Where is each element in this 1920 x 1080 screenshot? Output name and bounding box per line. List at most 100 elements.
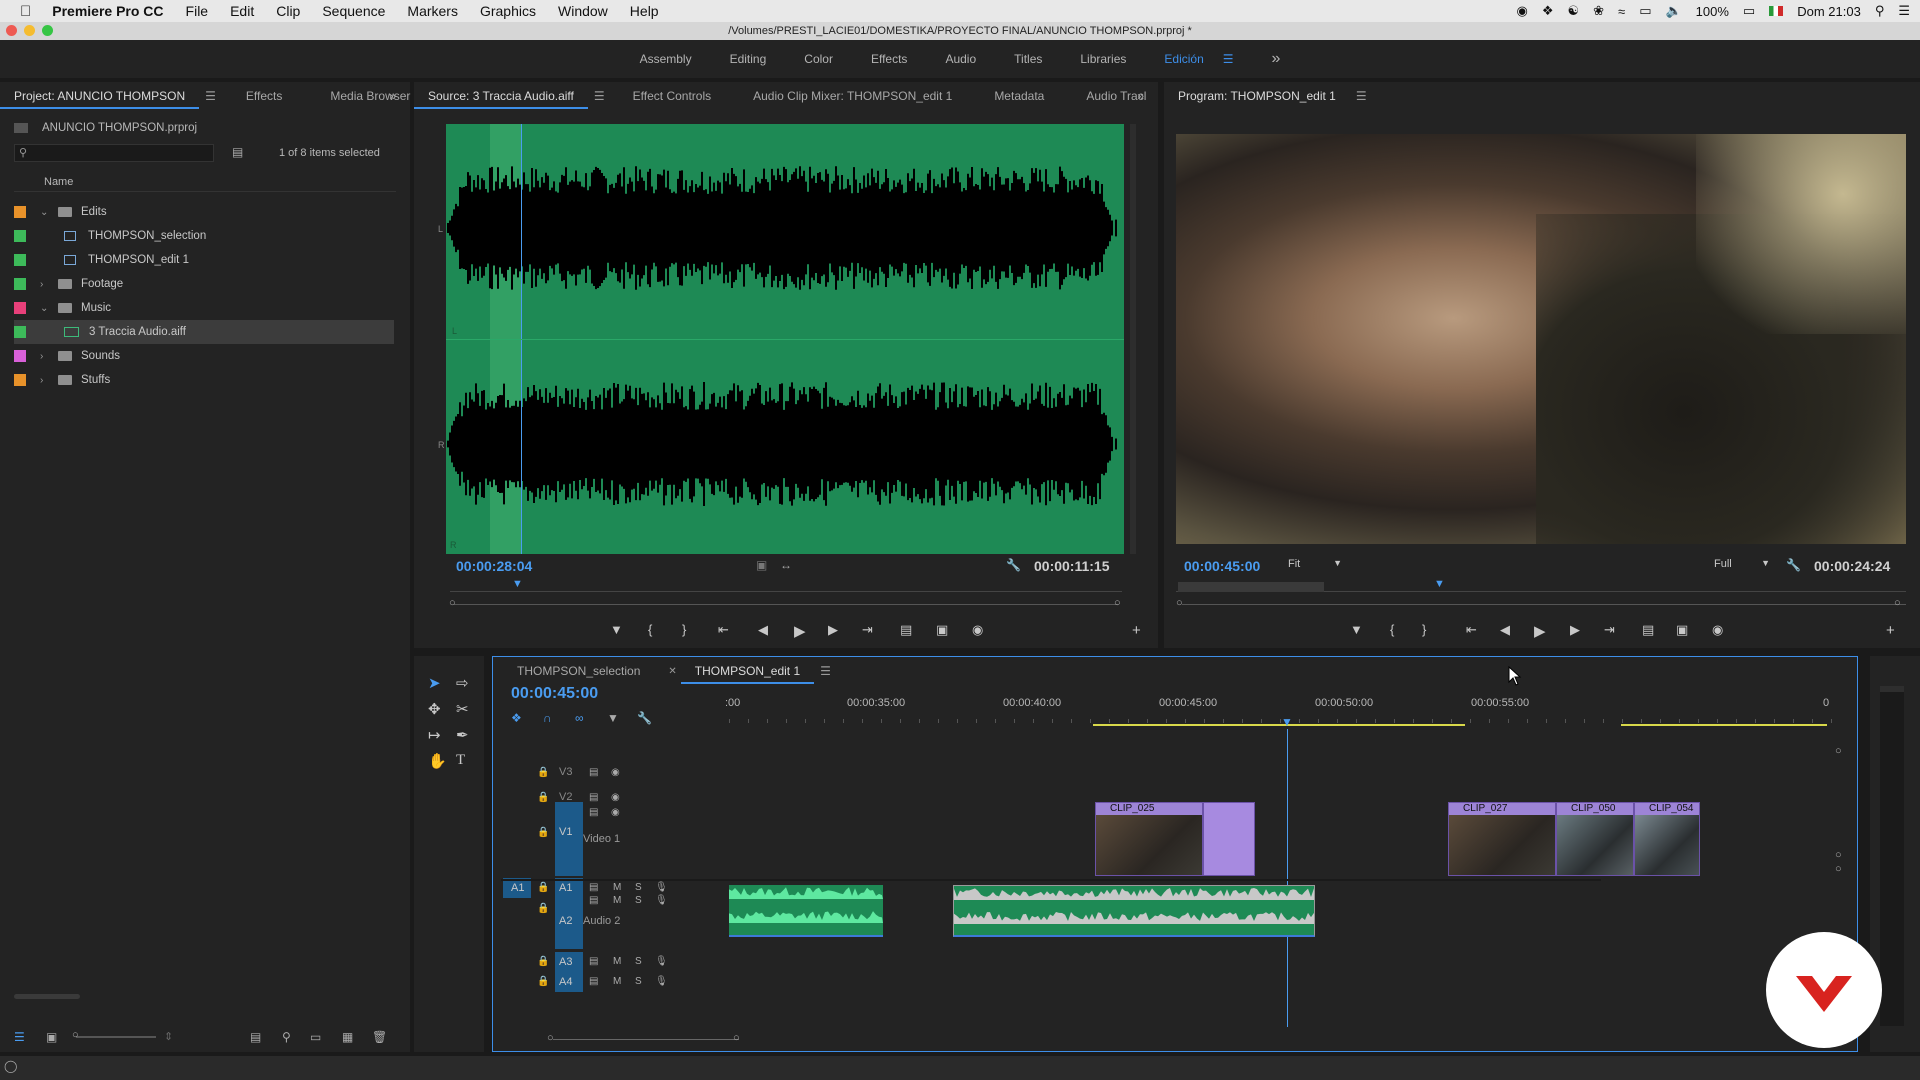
tab-source[interactable]: Source: 3 Traccia Audio.aiff: [414, 83, 588, 109]
clip-050[interactable]: CLIP_050: [1556, 802, 1634, 876]
program-zoom-select[interactable]: Fit ▼: [1288, 558, 1346, 574]
selection-tool-icon[interactable]: ➤: [428, 674, 441, 692]
timeline-playhead-handle[interactable]: ▼: [1281, 715, 1293, 729]
source-overflow-icon[interactable]: »: [1123, 89, 1158, 103]
battery-icon[interactable]: ▭: [1743, 3, 1755, 19]
list-view-icon[interactable]: ☰: [14, 1030, 25, 1044]
track-id-a4[interactable]: A4: [559, 976, 572, 988]
lock-icon[interactable]: 🔒: [537, 792, 549, 803]
tab-thompson-edit-1[interactable]: THOMPSON_edit 1: [680, 658, 815, 684]
microphone-icon[interactable]: 🎙: [655, 895, 668, 906]
type-tool-icon[interactable]: T: [456, 752, 465, 769]
extract-icon[interactable]: ▣: [1676, 622, 1688, 638]
label-color-swatch[interactable]: [14, 302, 26, 314]
label-color-swatch[interactable]: [14, 350, 26, 362]
project-item-music[interactable]: ⌄ Music: [14, 296, 394, 320]
track-select-tool-icon[interactable]: ⇨: [456, 674, 469, 692]
program-export-frame-icon[interactable]: ◉: [1712, 622, 1723, 638]
toggle-sync-lock-icon[interactable]: ▤: [589, 882, 598, 893]
workspace-audio[interactable]: Audio: [926, 52, 995, 66]
solo-button[interactable]: S: [635, 956, 642, 967]
program-step-forward-icon[interactable]: ▶: [1570, 622, 1580, 638]
menu-help[interactable]: Help: [619, 3, 670, 19]
transition-clip[interactable]: [1203, 802, 1255, 876]
chevron-right-icon[interactable]: ›: [40, 279, 52, 290]
timeline-scroll-left-handle[interactable]: ○: [547, 1032, 554, 1044]
mute-button[interactable]: M: [613, 956, 621, 967]
new-bin-icon[interactable]: ▭: [310, 1030, 321, 1044]
source-panel-menu-icon[interactable]: ☰: [594, 89, 605, 103]
workspace-assembly[interactable]: Assembly: [621, 52, 711, 66]
lock-icon[interactable]: 🔒: [537, 976, 549, 987]
label-color-swatch[interactable]: [14, 326, 26, 338]
clock[interactable]: Dom 21:03: [1797, 4, 1861, 19]
program-zoom-scrollbar[interactable]: [1182, 604, 1906, 605]
snap-magnet-icon[interactable]: ∩: [543, 711, 552, 725]
microphone-icon[interactable]: 🎙: [655, 882, 668, 893]
program-go-to-out-icon[interactable]: ⇥: [1604, 622, 1615, 638]
network-icon[interactable]: ❀: [1593, 3, 1604, 19]
timeline-scroll-right-handle[interactable]: ○: [733, 1032, 740, 1044]
source-zoom-scrollbar[interactable]: [454, 604, 1118, 605]
toggle-sync-lock-icon[interactable]: ▤: [589, 956, 598, 967]
new-item-icon[interactable]: ▦: [342, 1030, 353, 1044]
lock-icon[interactable]: 🔒: [537, 882, 549, 893]
sort-icon[interactable]: ⇕: [164, 1030, 173, 1043]
audio-clip-2[interactable]: [953, 885, 1315, 937]
program-panel-menu-icon[interactable]: ☰: [1356, 89, 1367, 103]
tab-thompson-selection[interactable]: THOMPSON_selection: [503, 664, 654, 678]
project-item-thompson-edit-1[interactable]: THOMPSON_edit 1: [14, 248, 394, 272]
menu-markers[interactable]: Markers: [396, 3, 469, 19]
overwrite-icon[interactable]: ▣: [936, 622, 948, 638]
source-zoom-right-handle[interactable]: ○: [1114, 597, 1121, 609]
clip-025[interactable]: CLIP_025: [1095, 802, 1203, 876]
lock-icon[interactable]: 🔒: [537, 827, 549, 838]
tab-metadata[interactable]: Metadata: [980, 89, 1058, 103]
zoom-window-button[interactable]: [42, 25, 53, 36]
tab-project[interactable]: Project: ANUNCIO THOMPSON: [0, 83, 200, 109]
minimize-window-button[interactable]: [24, 25, 35, 36]
mute-button[interactable]: M: [613, 976, 621, 987]
project-item-edits[interactable]: ⌄ Edits: [14, 200, 394, 224]
notification-center-icon[interactable]: ☰: [1898, 3, 1910, 19]
program-zoom-right-handle[interactable]: ○: [1894, 597, 1901, 609]
airplay-icon[interactable]: ▭: [1639, 3, 1651, 19]
toggle-sync-lock-icon[interactable]: ▤: [589, 792, 598, 803]
workspace-libraries[interactable]: Libraries: [1061, 52, 1145, 66]
source-button-editor-icon[interactable]: +: [1132, 622, 1141, 639]
audio-clip-1[interactable]: [729, 885, 883, 937]
menu-edit[interactable]: Edit: [219, 3, 265, 19]
program-zoom-left-handle[interactable]: ○: [1176, 597, 1183, 609]
lock-icon[interactable]: 🔒: [537, 956, 549, 967]
solo-button[interactable]: S: [635, 882, 642, 893]
clip-027[interactable]: CLIP_027: [1448, 802, 1556, 876]
ripple-edit-tool-icon[interactable]: ✥: [428, 700, 441, 718]
toggle-sync-lock-icon[interactable]: ▤: [589, 807, 598, 818]
workspace-edicion[interactable]: Edición: [1145, 52, 1222, 66]
export-frame-icon[interactable]: ◉: [972, 622, 983, 638]
source-time-ruler[interactable]: [450, 582, 1122, 592]
timeline-horizontal-scrollbar[interactable]: [553, 1039, 739, 1040]
track-target-v1[interactable]: [555, 802, 583, 876]
menu-file[interactable]: File: [175, 3, 220, 19]
project-item-footage[interactable]: › Footage: [14, 272, 394, 296]
eye-icon[interactable]: ◉: [611, 792, 620, 803]
record-icon[interactable]: ◉: [1516, 3, 1527, 19]
chevron-down-icon[interactable]: ⌄: [40, 207, 52, 218]
program-go-to-in-icon[interactable]: ⇤: [1466, 622, 1477, 638]
step-forward-icon[interactable]: ▶: [828, 622, 838, 638]
go-to-in-icon[interactable]: ⇤: [718, 622, 729, 638]
tab-program[interactable]: Program: THOMPSON_edit 1: [1164, 89, 1350, 103]
timeline-settings-wrench-icon[interactable]: 🔧: [637, 711, 652, 725]
close-tab-icon[interactable]: ✕: [668, 666, 676, 677]
source-settings-wrench-icon[interactable]: 🔧: [1006, 558, 1021, 572]
program-video-frame[interactable]: [1176, 134, 1906, 544]
slip-tool-icon[interactable]: ↦: [428, 726, 441, 744]
timeline-panel-menu-icon[interactable]: ☰: [820, 664, 831, 678]
apple-icon[interactable]: : [0, 3, 42, 20]
tab-effects[interactable]: Effects: [232, 89, 296, 103]
track-id-a3[interactable]: A3: [559, 956, 572, 968]
timeline-timecode[interactable]: 00:00:45:00: [511, 685, 598, 703]
tab-audio-clip-mixer[interactable]: Audio Clip Mixer: THOMPSON_edit 1: [739, 89, 966, 103]
audio-track-scroll-handle[interactable]: ○: [1835, 863, 1842, 875]
